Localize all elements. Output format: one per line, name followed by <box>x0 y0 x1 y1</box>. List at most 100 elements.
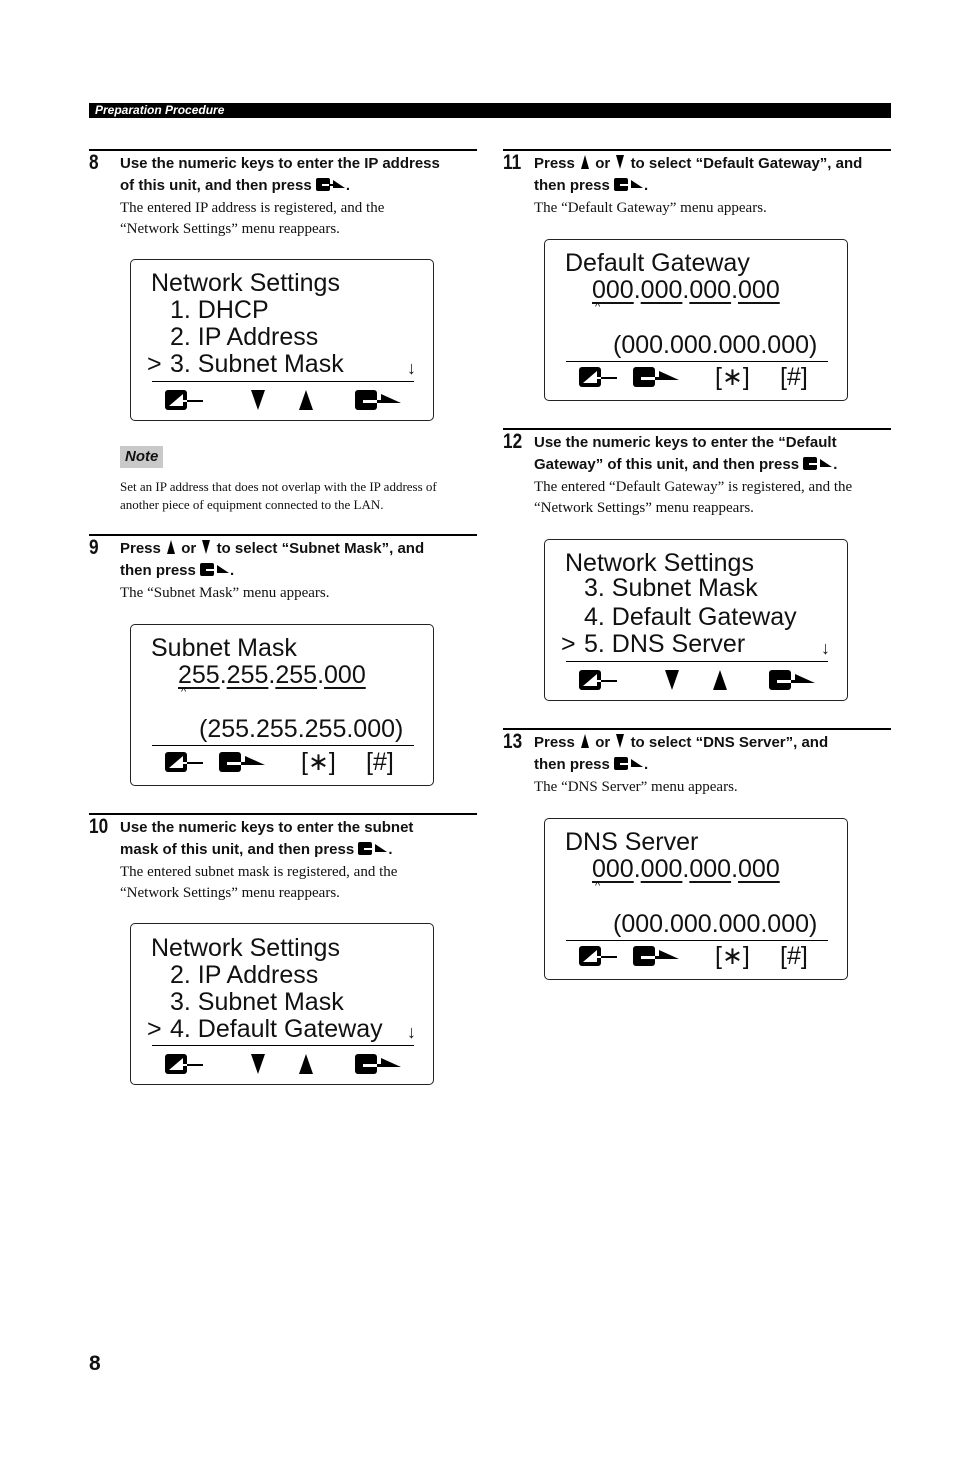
enter-key-icon[interactable] <box>633 941 679 971</box>
current-value: (255.255.255.000) <box>199 715 404 743</box>
down-arrow-icon <box>202 540 211 554</box>
step-title: Press or to select “Default Gateway”, an… <box>534 153 894 197</box>
enter-key-icon[interactable] <box>633 362 679 392</box>
lcd-softkeys: [∗] [#] <box>545 362 847 392</box>
step-divider <box>89 813 477 815</box>
step-desc-line: The entered subnet mask is registered, a… <box>120 864 398 880</box>
hash-key[interactable]: [#] <box>780 941 808 971</box>
back-key-icon[interactable] <box>579 941 617 971</box>
step-title-line: Gateway” of this unit, and then press . <box>534 456 838 473</box>
back-key-icon[interactable] <box>165 747 203 777</box>
enter-key-icon <box>200 563 230 576</box>
step-title-text: or <box>181 540 197 557</box>
step-title: Use the numeric keys to enter the subnet… <box>120 817 480 861</box>
lcd-separator <box>152 381 414 382</box>
down-key-icon[interactable] <box>249 1049 267 1079</box>
down-key-icon[interactable] <box>663 665 681 695</box>
hash-key[interactable]: [#] <box>780 362 808 392</box>
step-title-text: then press <box>534 177 610 194</box>
step-divider <box>503 728 891 730</box>
ip-entry-field[interactable]: 255.255.255.000 <box>178 662 366 689</box>
back-key-icon[interactable] <box>165 1049 203 1079</box>
down-key-icon[interactable] <box>249 385 267 415</box>
lcd-softkeys <box>131 385 433 415</box>
enter-key-icon[interactable] <box>219 747 265 777</box>
lcd-title: DNS Server <box>565 828 699 856</box>
step-title-text: Press <box>120 540 161 557</box>
enter-key-icon <box>614 178 644 191</box>
lcd-menu-item: 1. DHCP <box>170 296 269 324</box>
octet-dot: . <box>219 661 227 689</box>
up-arrow-icon <box>581 734 590 748</box>
lcd-menu-item-selected: 3. Subnet Mask <box>170 350 344 378</box>
star-key[interactable]: [∗] <box>301 747 336 777</box>
lcd-softkeys <box>545 665 847 695</box>
step-title-line: then press . <box>534 756 649 773</box>
scroll-down-indicator: ↓ <box>407 358 416 378</box>
step-description: The entered IP address is registered, an… <box>120 198 480 240</box>
up-arrow-icon <box>167 540 176 554</box>
step-number: 12 <box>503 430 523 453</box>
enter-key-icon <box>614 757 644 770</box>
step-title-line: Use the numeric keys to enter the subnet <box>120 819 414 836</box>
hash-key[interactable]: [#] <box>366 747 394 777</box>
page-number: 8 <box>89 1352 101 1375</box>
octet-dot: . <box>731 855 739 883</box>
step-title: Press or to select “DNS Server”, and the… <box>534 732 894 776</box>
step-title-text: Gateway” of this unit, and then press <box>534 456 800 473</box>
cursor-caret: ^ <box>181 686 187 698</box>
lcd-title: Network Settings <box>151 934 340 962</box>
lcd-title: Subnet Mask <box>151 634 297 662</box>
step-title-text: of this unit, and then press <box>120 177 312 194</box>
lcd-separator <box>152 745 414 746</box>
scroll-down-indicator: ↓ <box>821 638 830 658</box>
back-key-icon[interactable] <box>165 385 203 415</box>
step-title-line: mask of this unit, and then press . <box>120 841 393 858</box>
note-text: Set an IP address that does not overlap … <box>120 479 437 512</box>
octet: 255 <box>178 661 220 689</box>
octet: 000 <box>689 855 732 883</box>
lcd-title: Network Settings <box>151 269 340 297</box>
step-title-text: then press <box>120 562 196 579</box>
back-key-icon[interactable] <box>579 362 617 392</box>
up-key-icon[interactable] <box>297 385 315 415</box>
enter-key-icon <box>803 457 833 470</box>
octet: 000 <box>738 855 780 883</box>
octet: 000 <box>640 276 683 304</box>
ip-entry-field[interactable]: 000.000.000.000 <box>592 277 780 304</box>
step-number: 10 <box>89 815 109 838</box>
step-description: The entered subnet mask is registered, a… <box>120 862 480 904</box>
enter-key-icon[interactable] <box>355 1049 401 1079</box>
step-title-text: to select “Default Gateway”, and <box>630 155 863 172</box>
enter-key-icon <box>358 842 388 855</box>
section-title: Preparation Procedure <box>95 103 225 117</box>
enter-key-icon[interactable] <box>769 665 815 695</box>
octet: 000 <box>592 855 634 883</box>
step-title-line: Use the numeric keys to enter the “Defau… <box>534 434 837 451</box>
step-title-text: or <box>595 155 611 172</box>
lcd-menu-item: 2. IP Address <box>170 323 319 351</box>
lcd-dns-server: DNS Server 000.000.000.000 ^ (000.000.00… <box>544 818 848 980</box>
lcd-network-settings-1: Network Settings 1. DHCP 2. IP Address >… <box>130 259 434 421</box>
lcd-menu-item: 3. Subnet Mask <box>170 988 344 1016</box>
step-desc-line: The “Default Gateway” menu appears. <box>534 200 767 216</box>
up-key-icon[interactable] <box>297 1049 315 1079</box>
step-title-text: Press <box>534 155 575 172</box>
ip-entry-field[interactable]: 000.000.000.000 <box>592 856 780 883</box>
star-key[interactable]: [∗] <box>715 362 750 392</box>
step-title: Use the numeric keys to enter the “Defau… <box>534 432 894 476</box>
up-key-icon[interactable] <box>711 665 729 695</box>
star-key[interactable]: [∗] <box>715 941 750 971</box>
octet: 255 <box>226 661 269 689</box>
enter-key-icon[interactable] <box>355 385 401 415</box>
step-title-text: then press <box>534 756 610 773</box>
enter-key-icon <box>315 178 345 191</box>
lcd-menu-item-selected: 4. Default Gateway <box>170 1015 383 1043</box>
step-title-line: then press . <box>120 562 235 579</box>
step-number: 8 <box>89 151 99 174</box>
step-description: The entered “Default Gateway” is registe… <box>534 477 894 519</box>
lcd-softkeys <box>131 1049 433 1079</box>
octet-dot: . <box>731 276 739 304</box>
lcd-menu-item: 4. Default Gateway <box>584 603 797 631</box>
back-key-icon[interactable] <box>579 665 617 695</box>
